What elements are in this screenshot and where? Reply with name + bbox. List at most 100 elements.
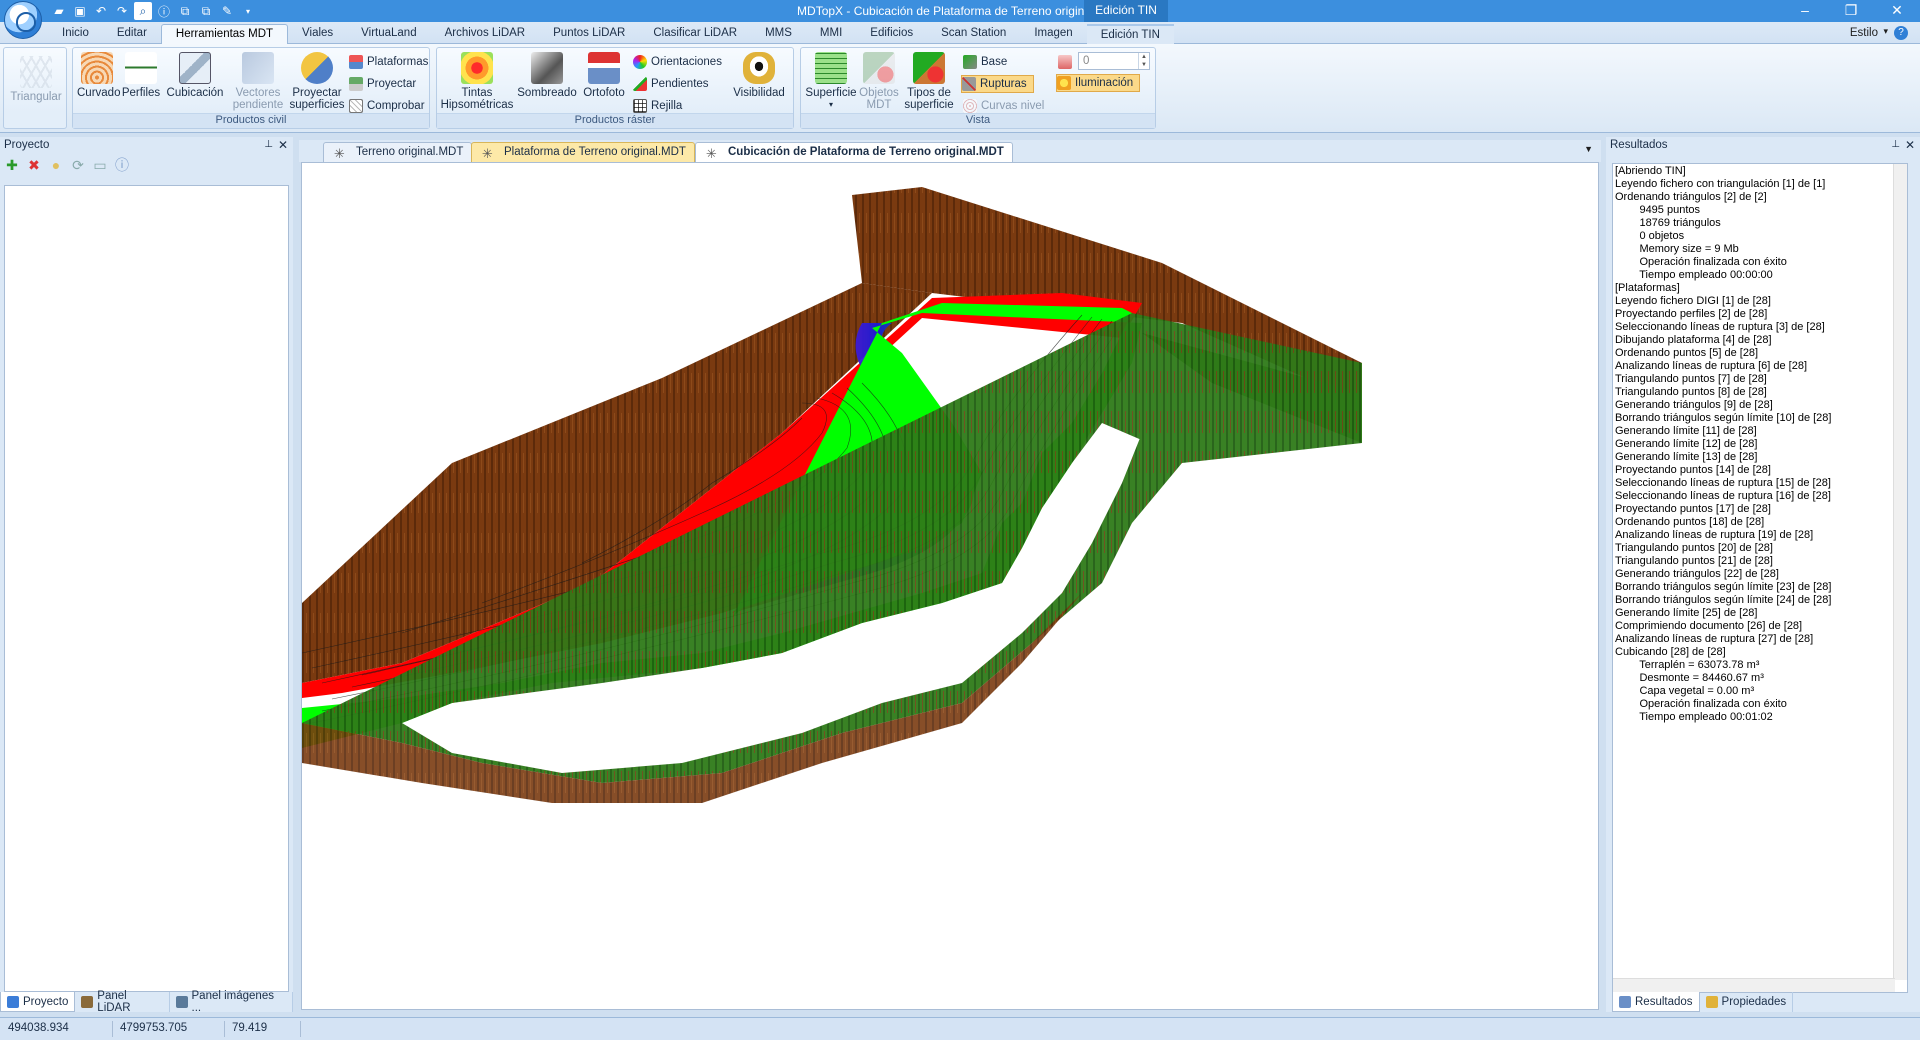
- dtm-objects-icon: [863, 52, 895, 84]
- chevron-down-icon: ▾: [828, 100, 833, 109]
- ribbon-tabs: Inicio Editar Herramientas MDT Viales Virtua…: [48, 24, 1174, 44]
- plataformas-button[interactable]: Plataformas: [349, 53, 428, 71]
- project-tree[interactable]: [4, 185, 289, 992]
- right-bottom-tab[interactable]: Resultados: [1612, 992, 1700, 1012]
- tab-herramientas-mdt[interactable]: Herramientas MDT: [160, 24, 289, 44]
- base-label: Base: [981, 56, 1008, 68]
- curvado-button[interactable]: Curvado: [77, 50, 120, 99]
- restore-icon[interactable]: ❐: [1828, 0, 1874, 22]
- left-bottom-tab[interactable]: Proyecto: [0, 992, 76, 1012]
- status-separator: [112, 1021, 113, 1037]
- tab-archivos-lidar[interactable]: Archivos LiDAR: [431, 24, 540, 44]
- triangulate-icon: [20, 56, 52, 88]
- close-icon[interactable]: ✕: [278, 138, 288, 152]
- spin-arrows[interactable]: ▲ ▼: [1138, 53, 1149, 69]
- results-log-line: Borrando triángulos según límite [23] de…: [1615, 581, 1832, 593]
- results-log-line: Terraplén = 63073.78 m³: [1615, 659, 1760, 671]
- tab-mmi[interactable]: MMI: [806, 24, 856, 44]
- visibilidad-button[interactable]: Visibilidad: [727, 50, 791, 99]
- sombreado-button[interactable]: Sombreado: [517, 50, 577, 99]
- triangular-button[interactable]: Triangular: [8, 54, 64, 103]
- folder-icon[interactable]: ▭: [92, 157, 108, 173]
- add-icon[interactable]: ✚: [4, 157, 20, 173]
- results-log[interactable]: [Abriendo TIN] Leyendo fichero con triang…: [1612, 163, 1908, 993]
- delete-icon[interactable]: ✖: [26, 157, 42, 173]
- minimize-icon[interactable]: –: [1782, 0, 1828, 22]
- results-log-line: Analizando líneas de ruptura [27] de [28…: [1615, 633, 1814, 645]
- proyectar-button[interactable]: Proyectar: [349, 75, 416, 93]
- results-log-line: Dibujando plataforma [4] de [28]: [1615, 334, 1772, 346]
- chevron-down-icon[interactable]: ▾: [1883, 26, 1888, 37]
- perfiles-button[interactable]: Perfiles: [121, 50, 161, 99]
- left-bottom-tab[interactable]: Panel LiDAR: [75, 990, 170, 1014]
- results-log-line: Seleccionando líneas de ruptura [16] de …: [1615, 490, 1831, 502]
- cubicacion-button[interactable]: Cubicación: [165, 50, 225, 99]
- tab-editar[interactable]: Editar: [103, 24, 161, 44]
- close-icon[interactable]: ✕: [1874, 0, 1920, 22]
- results-horizontal-scrollbar[interactable]: [1613, 978, 1895, 992]
- ortofoto-button[interactable]: Ortofoto: [579, 50, 629, 99]
- tab-mms[interactable]: MMS: [751, 24, 806, 44]
- close-icon[interactable]: ✕: [1905, 138, 1915, 152]
- right-panel-tabs: Resultados Propiedades: [1612, 992, 1794, 1012]
- platform-icon: [349, 55, 363, 69]
- rupturas-toggle[interactable]: Rupturas: [961, 75, 1034, 93]
- tab-inicio[interactable]: Inicio: [48, 24, 103, 44]
- orientaciones-button[interactable]: Orientaciones: [633, 53, 722, 71]
- doc-tab-plataforma[interactable]: ✳ Plataforma de Terreno original.MDT: [471, 142, 695, 162]
- help-icon[interactable]: ?: [1894, 26, 1908, 40]
- results-log-line: Operación finalizada con éxito: [1615, 698, 1787, 710]
- results-log-line: Comprimiendo documento [26] de [28]: [1615, 620, 1803, 632]
- tipos-superficie-button[interactable]: Tipos de superficie: [901, 50, 957, 111]
- tab-virtualand[interactable]: VirtuaLand: [347, 24, 430, 44]
- left-bottom-tab-label: Proyecto: [23, 995, 69, 1008]
- base-toggle[interactable]: Base: [963, 53, 1007, 71]
- status-y-coordinate: 4799753.705: [120, 1022, 188, 1034]
- info-icon[interactable]: ⓘ: [114, 157, 130, 173]
- orientaciones-label: Orientaciones: [651, 56, 722, 68]
- orthophoto-icon: [588, 52, 620, 84]
- tab-puntos-lidar[interactable]: Puntos LiDAR: [539, 24, 639, 44]
- hypsometric-tints-icon: [461, 52, 493, 84]
- results-panel-title: Resultados: [1610, 139, 1668, 151]
- project-surfaces-icon: [301, 52, 333, 84]
- pendientes-button[interactable]: Pendientes: [633, 75, 709, 93]
- style-menu[interactable]: Estilo: [1850, 27, 1878, 39]
- left-bottom-tab[interactable]: Panel imágenes ...: [170, 990, 293, 1014]
- lightbulb-icon[interactable]: ●: [48, 157, 64, 173]
- results-log-line: Operación finalizada con éxito: [1615, 256, 1787, 268]
- tab-clasificar-lidar[interactable]: Clasificar LiDAR: [639, 24, 751, 44]
- window-controls: – ❐ ✕: [1782, 0, 1920, 22]
- 3d-viewport[interactable]: [301, 162, 1599, 1010]
- exaggeration-icon-button[interactable]: [1058, 53, 1076, 71]
- results-vertical-scrollbar[interactable]: [1893, 164, 1907, 980]
- pin-icon[interactable]: ⊥: [264, 139, 273, 150]
- project-panel: Proyecto ⊥ ✕ ✚ ✖ ● ⟳ ▭ ⓘ Proyecto Panel L…: [0, 137, 293, 1014]
- superficie-button[interactable]: Superficie ▾: [801, 50, 861, 111]
- objetos-mdt-button[interactable]: Objetos MDT: [855, 50, 903, 111]
- tab-edificios[interactable]: Edificios: [856, 24, 927, 44]
- pin-icon[interactable]: ⊥: [1891, 139, 1900, 150]
- doc-tab-cubicacion[interactable]: ✳ Cubicación de Plataforma de Terreno or…: [695, 142, 1013, 162]
- results-log-line: Memory size = 9 Mb: [1615, 243, 1739, 255]
- iluminacion-toggle[interactable]: Iluminación: [1056, 74, 1141, 92]
- tintas-hipsometricas-button[interactable]: Tintas Hipsométricas: [439, 50, 515, 111]
- proyectar-label: Proyectar: [367, 78, 417, 90]
- chevron-down-icon[interactable]: ▼: [1584, 144, 1593, 154]
- results-panel-header: Resultados ⊥ ✕: [1606, 137, 1920, 155]
- tab-viales[interactable]: Viales: [288, 24, 347, 44]
- tab-imagen[interactable]: Imagen: [1020, 24, 1086, 44]
- proyectar-superficies-label: Proyectar superficies: [289, 87, 345, 111]
- exaggeration-spin-input[interactable]: 0 ▲ ▼: [1078, 52, 1150, 70]
- right-bottom-tab[interactable]: Propiedades: [1700, 992, 1794, 1012]
- triangular-label: Triangular: [10, 91, 62, 103]
- proyectar-superficies-button[interactable]: Proyectar superficies: [287, 50, 347, 111]
- doc-tab-terreno[interactable]: ✳ Terreno original.MDT: [323, 142, 473, 162]
- tab-scan-station[interactable]: Scan Station: [927, 24, 1020, 44]
- refresh-icon[interactable]: ⟳: [70, 157, 86, 173]
- vectores-pendiente-button[interactable]: Vectores pendiente: [229, 50, 287, 111]
- tab-edici-n-tin[interactable]: Edición TIN: [1086, 24, 1174, 44]
- app-logo-icon[interactable]: [4, 1, 42, 39]
- results-log-line: Generando límite [13] de [28]: [1615, 451, 1758, 463]
- surface-types-icon: [913, 52, 945, 84]
